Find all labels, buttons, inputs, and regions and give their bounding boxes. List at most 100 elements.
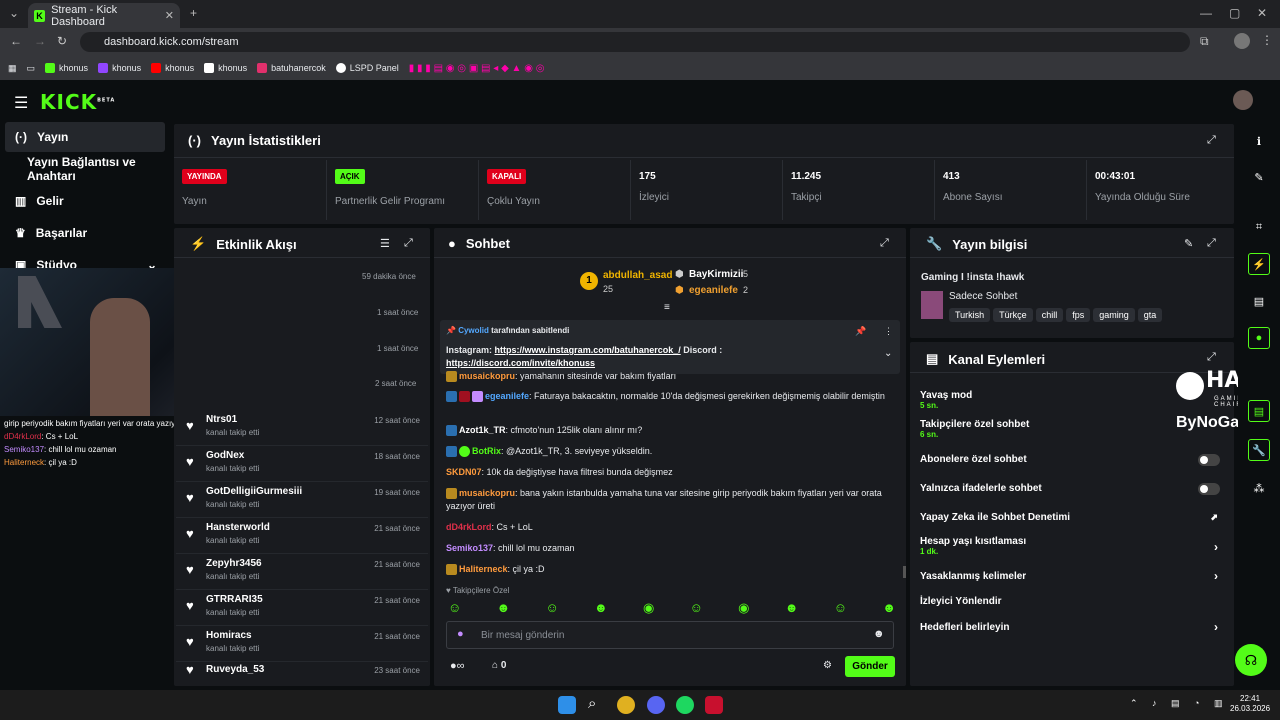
document-icon[interactable]: ▤: [1248, 290, 1270, 312]
chat-scrollbar[interactable]: [903, 566, 906, 578]
subs-only-toggle[interactable]: [1198, 454, 1220, 466]
tag[interactable]: chill: [1035, 308, 1064, 322]
instagram-link[interactable]: https://www.instagram.com/batuhanercok_/: [495, 345, 681, 355]
tray-icons[interactable]: ⌃ ♪ ▤ ◔ ▥: [1130, 698, 1229, 709]
emote-icon[interactable]: ◉: [643, 600, 654, 616]
emote-only-toggle[interactable]: [1198, 483, 1220, 495]
microphone-icon[interactable]: ●: [457, 628, 464, 640]
folder-icon[interactable]: ▭: [27, 63, 36, 74]
sidebar-item-stream-key[interactable]: Yayın Bağlantısı ve Anahtarı: [5, 154, 165, 184]
apps-icon[interactable]: ▦: [8, 63, 17, 74]
minimize-icon[interactable]: —: [1200, 6, 1212, 20]
collapse-icon[interactable]: ≡: [664, 302, 670, 313]
bookmark-5[interactable]: batuhanercok: [257, 63, 326, 73]
emoji-icon[interactable]: ☻: [873, 628, 885, 640]
filter-icon[interactable]: ☰: [380, 237, 390, 250]
chevron-down-icon[interactable]: ⌄: [884, 348, 892, 359]
emote-icon[interactable]: ☺: [546, 600, 559, 616]
points-icon[interactable]: ●∞: [450, 660, 465, 672]
gifter-name[interactable]: abdullah_asad: [603, 270, 672, 281]
emote-icon[interactable]: ☻: [497, 600, 511, 616]
spotify-icon[interactable]: [676, 696, 694, 714]
info-icon[interactable]: ℹ: [1248, 130, 1270, 152]
edit-icon[interactable]: ✎: [1184, 237, 1193, 250]
apps-icon[interactable]: ⁂: [1248, 477, 1270, 499]
emote-icon[interactable]: ☻: [785, 600, 799, 616]
chrome-icon[interactable]: [617, 696, 635, 714]
expand-icon[interactable]: ⤢: [1207, 134, 1216, 147]
support-button[interactable]: ☊: [1235, 644, 1267, 676]
back-icon[interactable]: ←: [10, 34, 22, 48]
bookmark-icons[interactable]: ▮ ▮ ▮ ▤ ◉ ◎ ▣ ▤ ◂ ◆ ▲ ◉ ◎: [409, 63, 545, 74]
emote-icon[interactable]: ☺: [834, 600, 847, 616]
edit-icon[interactable]: ✎: [1248, 166, 1270, 188]
bookmark-4[interactable]: khonus: [204, 63, 247, 73]
sidebar-item-gelir[interactable]: ▥ Gelir: [5, 186, 165, 216]
action-ai-moderation[interactable]: Yapay Zeka ile Sohbet Denetimi ⬈: [920, 512, 1230, 526]
browser-tab[interactable]: K Stream - Kick Dashboard ✕: [28, 3, 180, 28]
unpin-icon[interactable]: 📌: [855, 326, 866, 337]
app-icon[interactable]: [705, 696, 723, 714]
chat-icon[interactable]: ●: [1248, 327, 1270, 349]
extensions-icon[interactable]: ⧉: [1200, 34, 1209, 49]
expand-icon[interactable]: ⤢: [1207, 237, 1216, 250]
forward-icon[interactable]: →: [34, 34, 46, 48]
windows-start-icon[interactable]: [558, 696, 576, 714]
close-tab-icon[interactable]: ✕: [165, 9, 174, 22]
action-raid[interactable]: İzleyici Yönlendir: [920, 596, 1230, 610]
bookmark-2[interactable]: khonus: [98, 63, 141, 73]
profile-avatar[interactable]: [1234, 33, 1250, 49]
restore-icon[interactable]: ▢: [1229, 6, 1240, 20]
tag[interactable]: fps: [1066, 308, 1091, 322]
crop-icon[interactable]: ⌗: [1248, 216, 1270, 238]
reload-icon[interactable]: ↻: [57, 34, 67, 48]
expand-icon[interactable]: ⤢: [1207, 351, 1216, 364]
emote-icon[interactable]: ☺: [690, 600, 703, 616]
url-bar[interactable]: dashboard.kick.com/stream: [80, 32, 1190, 52]
menu-icon[interactable]: ⋮: [1261, 33, 1273, 47]
bookmark-1[interactable]: khonus: [45, 63, 88, 73]
tag[interactable]: Türkçe: [993, 308, 1033, 322]
badge-icon: [472, 391, 483, 403]
gifter-name[interactable]: egeanilefe: [689, 285, 738, 296]
more-icon[interactable]: ⋮: [884, 326, 893, 337]
close-window-icon[interactable]: ✕: [1257, 6, 1267, 20]
tab-list-icon[interactable]: ⌄: [9, 6, 19, 20]
emote-icon[interactable]: ☻: [882, 600, 896, 616]
chat-settings-icon[interactable]: ⚙: [823, 660, 832, 671]
discord-link[interactable]: https://discord.com/invite/khonuss: [446, 358, 595, 368]
expand-icon[interactable]: ⤢: [404, 237, 413, 250]
chat-message: musaickopru: bana yakın istanbulda yamah…: [446, 488, 882, 511]
action-banned-words[interactable]: Yasaklanmış kelimeler ›: [920, 569, 1230, 585]
stack-icon[interactable]: ▤: [1248, 400, 1270, 422]
search-icon[interactable]: ⌕: [588, 695, 596, 712]
expand-icon[interactable]: ⤢: [880, 237, 889, 250]
category-name[interactable]: Sadece Sohbet: [949, 291, 1017, 302]
points-counter[interactable]: ⌂ 0: [492, 660, 506, 671]
user-avatar[interactable]: [1233, 90, 1253, 110]
action-goals[interactable]: Hedefleri belirleyin ›: [920, 620, 1230, 636]
status-badge: YAYINDA: [182, 169, 227, 184]
wrench-icon[interactable]: 🔧: [1248, 439, 1270, 461]
clock[interactable]: 22:41 26.03.2026: [1230, 694, 1270, 714]
sidebar-item-basarilar[interactable]: ♛ Başarılar: [5, 218, 165, 248]
emote-icon[interactable]: ◉: [738, 600, 749, 616]
sidebar-item-yayin[interactable]: (·) Yayın: [5, 122, 165, 152]
discord-icon[interactable]: [647, 696, 665, 714]
new-tab-icon[interactable]: +: [190, 6, 197, 20]
action-account-age[interactable]: Hesap yaşı kısıtlaması 1 dk. ›: [920, 536, 1230, 560]
emote-icon[interactable]: ☺: [448, 600, 461, 616]
emote-icon[interactable]: ☻: [594, 600, 608, 616]
heart-icon: ♥: [186, 562, 194, 577]
lightning-icon[interactable]: ⚡: [1248, 253, 1270, 275]
bookmark-6[interactable]: LSPD Panel: [335, 63, 399, 73]
tag[interactable]: Turkish: [949, 308, 991, 322]
chat-input-box[interactable]: ● Bir mesaj gönderin ☻: [446, 621, 894, 649]
tag[interactable]: gta: [1137, 308, 1163, 322]
kick-logo[interactable]: KICKBETA: [40, 90, 115, 114]
send-button[interactable]: Gönder: [845, 656, 895, 677]
gifter-name[interactable]: BayKirmizii: [689, 269, 743, 280]
tag[interactable]: gaming: [1093, 308, 1135, 322]
bookmark-3[interactable]: khonus: [151, 63, 194, 73]
hamburger-menu-icon[interactable]: ☰: [14, 93, 28, 113]
